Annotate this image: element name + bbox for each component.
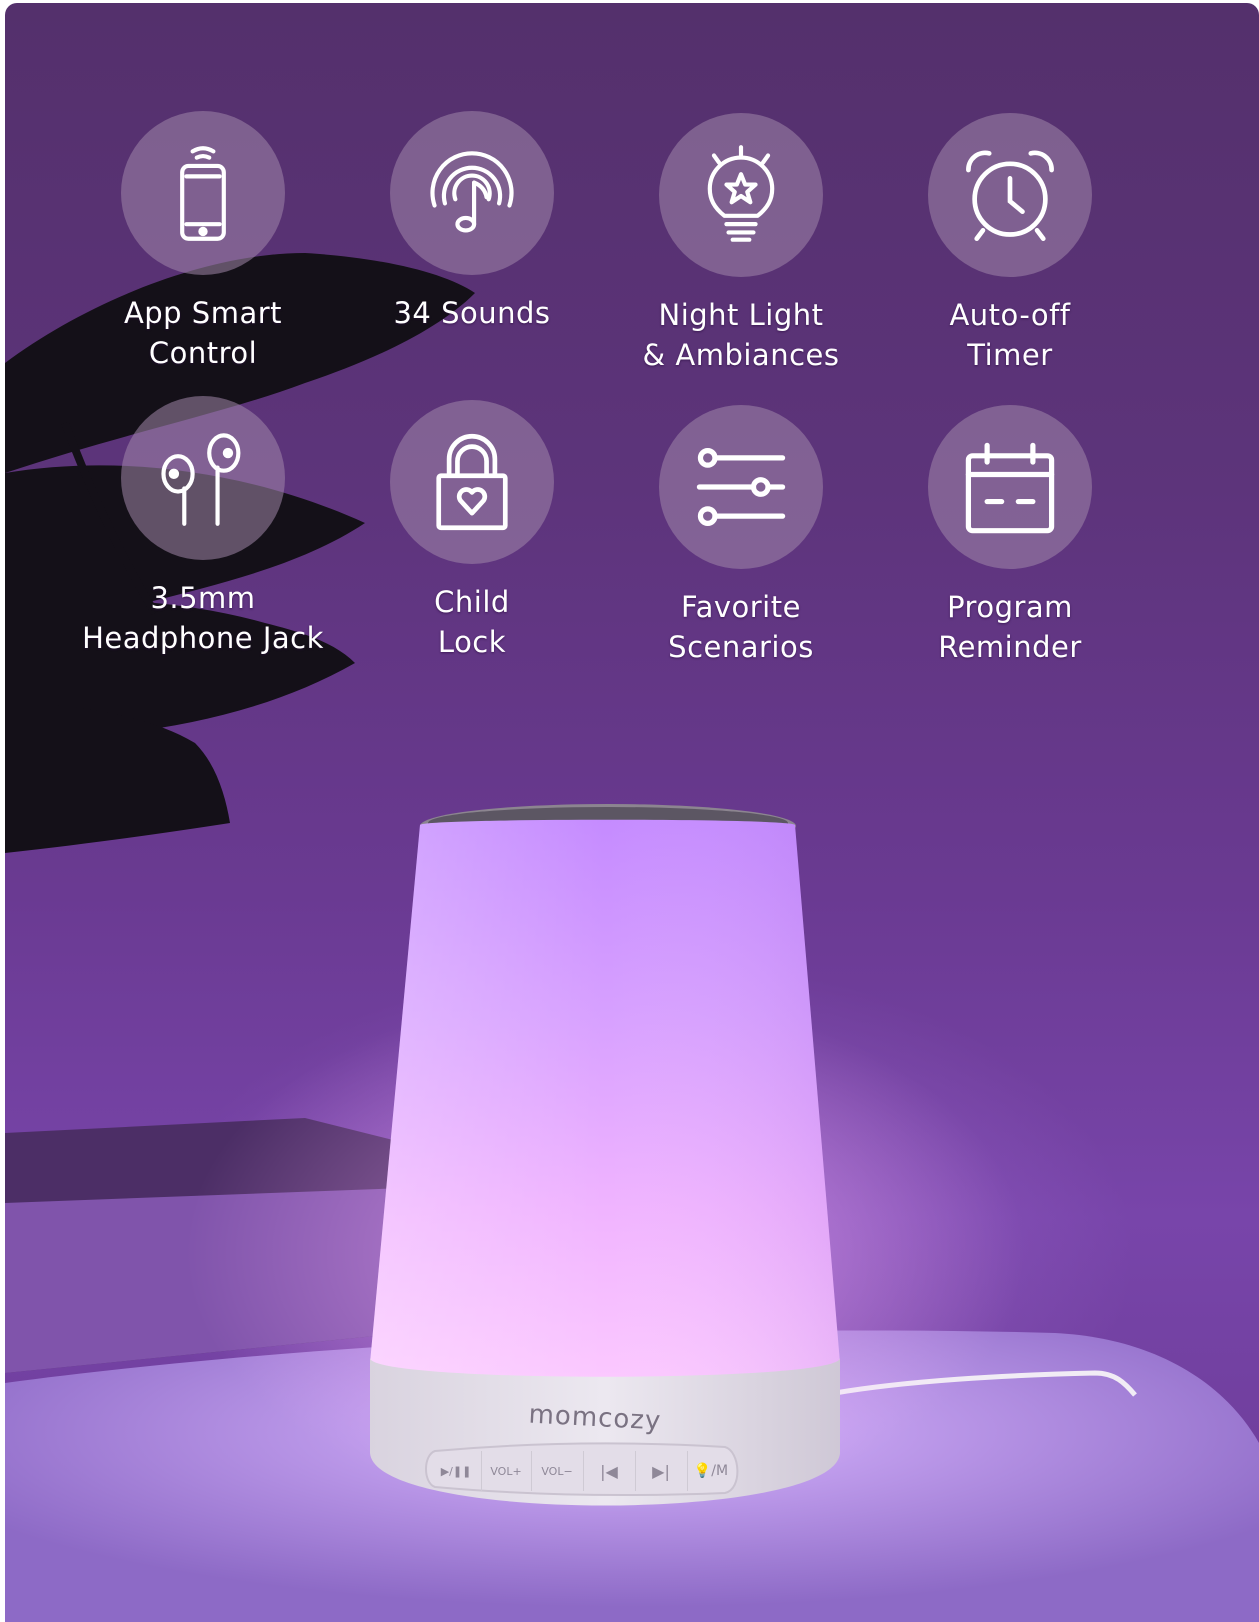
next-button[interactable]: ▶|: [635, 1451, 688, 1491]
light-mode-button[interactable]: 💡/M: [687, 1451, 735, 1491]
play-pause-button[interactable]: ▶/❚❚: [431, 1451, 482, 1491]
sound-machine-lamp: [185, 804, 1025, 1513]
product-image: App Smart Control 34 Sounds Night Light & …: [5, 3, 1259, 1622]
previous-button[interactable]: |◀: [583, 1451, 636, 1491]
volume-down-button[interactable]: VOL−: [531, 1451, 584, 1491]
volume-up-button[interactable]: VOL+: [481, 1451, 532, 1491]
